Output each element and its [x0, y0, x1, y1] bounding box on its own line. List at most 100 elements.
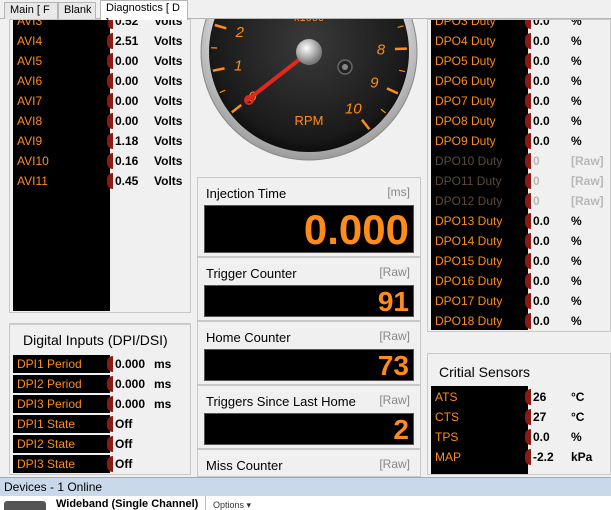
avi-value: 0.00	[115, 114, 139, 128]
avi-label: AVI9	[13, 132, 110, 150]
dpo-separator	[525, 293, 531, 309]
home-counter-title: Home Counter	[206, 330, 291, 345]
dpo-label: DPO12 Duty	[431, 192, 528, 210]
avi-value: 0.45	[115, 174, 139, 188]
avi-value: 0.00	[115, 54, 139, 68]
dpo-separator	[525, 273, 531, 289]
critical-unit: °C	[571, 390, 585, 404]
dpi-unit: ms	[154, 357, 172, 371]
critical-label: CTS	[431, 408, 528, 426]
dpo-value: 0.0	[533, 234, 550, 248]
critical-unit: kPa	[571, 450, 593, 464]
avi-row: AVI5 0.00 Volts	[13, 52, 190, 71]
tab-blank[interactable]: Blank	[58, 2, 96, 19]
dpi-unit: ms	[154, 397, 172, 411]
avi-unit: Volts	[154, 74, 183, 88]
dpo-unit: %	[571, 94, 582, 108]
triggers-since-home-panel: Triggers Since Last Home [Raw] 2	[197, 385, 421, 449]
dpo-unit: [Raw]	[571, 194, 604, 208]
avi-row: AVI6 0.00 Volts	[13, 72, 190, 91]
dpi-row: DPI3 Period 0.000 ms	[13, 395, 190, 414]
dpo-unit: %	[571, 74, 582, 88]
dpo-separator	[525, 73, 531, 89]
dpo-duty-panel: DPO3 Duty 0.0% DPO4 Duty 0.0% DPO5 Duty 0.0% D…	[427, 19, 611, 332]
dpo-label: DPO10 Duty	[431, 152, 528, 170]
avi-value: 0.00	[115, 94, 139, 108]
avi-value: 0.16	[115, 154, 139, 168]
dpi-unit: ms	[154, 377, 172, 391]
device-name[interactable]: Wideband (Single Channel)	[56, 498, 198, 510]
critical-row: MAP -2.2 kPa	[431, 448, 610, 467]
critical-sensors-title: Critial Sensors	[439, 364, 531, 380]
triggers-since-home-value: 2	[204, 413, 414, 445]
tab-main[interactable]: Main [ F ]	[4, 2, 58, 31]
dpi-label: DPI2 Period	[13, 375, 110, 393]
tab-diagnostics[interactable]: Diagnostics [ D ]	[100, 0, 188, 29]
triggers-since-home-title: Triggers Since Last Home	[206, 394, 356, 409]
critical-unit: %	[571, 430, 582, 444]
dpo-value: 0.0	[533, 314, 550, 328]
dpo-separator	[525, 153, 531, 169]
avi-separator	[107, 93, 113, 109]
avi-unit: Volts	[154, 94, 183, 108]
gauge-multiplier: x1000	[294, 19, 324, 24]
dpo-label: DPO11 Duty	[431, 172, 528, 190]
avi-row: AVI4 2.51 Volts	[13, 32, 190, 51]
dpo-label: DPO8 Duty	[431, 112, 528, 130]
dpo-row: DPO13 Duty 0.0%	[431, 212, 610, 231]
dpi-value: Off	[115, 457, 133, 471]
trigger-counter-unit: [Raw]	[379, 265, 410, 279]
avi-value: 2.51	[115, 34, 139, 48]
trigger-counter-value: 91	[204, 285, 414, 317]
dpo-separator	[525, 33, 531, 49]
rpm-gauge: x1000 RPM 0128910	[200, 19, 418, 161]
critical-row: TPS 0.0%	[431, 428, 610, 447]
dpo-label: DPO14 Duty	[431, 232, 528, 250]
dpi-row: DPI1 State Off	[13, 415, 190, 434]
dpi-label: DPI3 State	[13, 455, 110, 473]
dpo-value: 0.0	[533, 294, 550, 308]
dpo-row: DPO17 Duty 0.0%	[431, 292, 610, 311]
home-counter-value: 73	[204, 349, 414, 381]
tab-bar: Main [ F ] Blank Diagnostics [ D ]	[0, 0, 611, 31]
dpo-unit: %	[571, 19, 582, 28]
avi-row: AVI7 0.00 Volts	[13, 92, 190, 111]
digital-inputs-panel: Digital Inputs (DPI/DSI) DPI1 Period 0.00…	[9, 323, 191, 475]
avi-unit: Volts	[154, 34, 183, 48]
digital-inputs-title: Digital Inputs (DPI/DSI)	[23, 332, 168, 348]
dpi-value: Off	[115, 437, 133, 451]
avi-label: AVI8	[13, 112, 110, 130]
dpo-unit: %	[571, 134, 582, 148]
critical-label: ATS	[431, 388, 528, 406]
dpo-separator	[525, 233, 531, 249]
dpo-value: 0	[533, 194, 540, 208]
critical-value: 27	[533, 410, 547, 424]
dpo-unit: %	[571, 54, 582, 68]
avi-unit: Volts	[154, 114, 183, 128]
critical-separator	[525, 449, 531, 465]
critical-row: CTS 27 °C	[431, 408, 610, 427]
home-counter-unit: [Raw]	[379, 329, 410, 343]
dpi-separator	[107, 396, 113, 412]
avi-value: 0.52	[115, 19, 139, 28]
dpo-unit: %	[571, 314, 582, 328]
dpo-value: 0.0	[533, 94, 550, 108]
device-row[interactable]: Wideband (Single Channel) Options ▾	[0, 496, 611, 510]
avi-label: AVI11	[13, 172, 110, 190]
trigger-counter-panel: Trigger Counter [Raw] 91	[197, 257, 421, 321]
critical-row: ATS 26 °C	[431, 388, 610, 407]
device-options-button[interactable]: Options ▾	[213, 500, 251, 510]
dpo-label: DPO3 Duty	[431, 20, 528, 30]
dpo-row: DPO8 Duty 0.0%	[431, 112, 610, 131]
dpo-label: DPO18 Duty	[431, 312, 528, 330]
miss-counter-unit: [Raw]	[379, 457, 410, 471]
dpo-label: DPO13 Duty	[431, 212, 528, 230]
dpo-row: DPO12 Duty 0 [Raw]	[431, 192, 610, 211]
critical-value: 26	[533, 390, 547, 404]
dpo-row: DPO7 Duty 0.0%	[431, 92, 610, 111]
dpo-separator	[525, 173, 531, 189]
dpo-row: DPO16 Duty 0.0%	[431, 272, 610, 291]
dpi-row: DPI3 State Off	[13, 455, 190, 474]
dpo-row: DPO15 Duty 0.0%	[431, 252, 610, 271]
dpo-row: DPO6 Duty 0.0%	[431, 72, 610, 91]
